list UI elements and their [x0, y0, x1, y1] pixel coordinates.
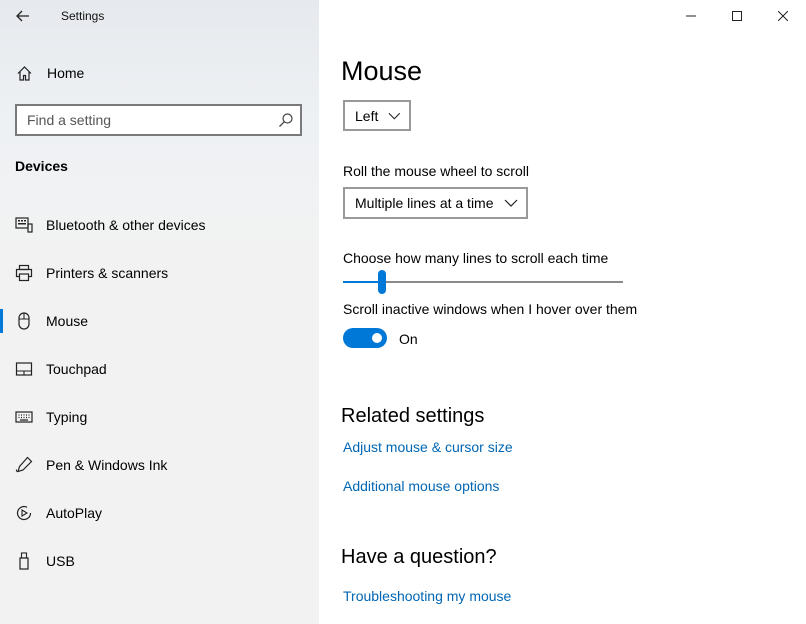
sidebar-item-printers[interactable]: Printers & scanners	[0, 253, 319, 293]
main-content: Mouse Left Roll the mouse wheel to scrol…	[319, 0, 806, 624]
related-settings-title: Related settings	[341, 405, 485, 427]
sidebar-item-bluetooth[interactable]: Bluetooth & other devices	[0, 205, 319, 245]
inactive-scroll-toggle[interactable]	[343, 328, 387, 348]
maximize-button[interactable]	[714, 0, 760, 32]
back-button[interactable]	[8, 2, 38, 30]
minimize-icon	[686, 15, 696, 17]
app-title: Settings	[61, 9, 105, 23]
touchpad-icon	[15, 362, 33, 376]
sidebar-item-label: Printers & scanners	[46, 265, 169, 281]
sidebar-item-label: Pen & Windows Ink	[46, 457, 168, 473]
sidebar-item-label: Mouse	[46, 313, 89, 329]
inactive-scroll-label: Scroll inactive windows when I hover ove…	[343, 301, 638, 317]
sidebar-item-label: USB	[46, 553, 75, 569]
toggle-state-text: On	[399, 331, 418, 347]
printer-icon	[15, 264, 33, 282]
sidebar-item-usb[interactable]: USB	[0, 541, 319, 581]
home-label: Home	[47, 65, 85, 81]
primary-button-dropdown[interactable]: Left	[343, 100, 411, 131]
keyboard-icon	[15, 411, 33, 423]
search-icon[interactable]	[278, 112, 294, 128]
sidebar-item-label: Bluetooth & other devices	[46, 217, 206, 233]
adjust-cursor-size-link[interactable]: Adjust mouse & cursor size	[343, 439, 513, 455]
bluetooth-devices-icon	[15, 217, 33, 233]
sidebar-item-touchpad[interactable]: Touchpad	[0, 349, 319, 389]
search-input[interactable]	[17, 106, 277, 134]
additional-mouse-options-link[interactable]: Additional mouse options	[343, 478, 499, 494]
search-box[interactable]	[15, 104, 302, 136]
sidebar-item-typing[interactable]: Typing	[0, 397, 319, 437]
sidebar-item-label: Typing	[46, 409, 88, 425]
close-button[interactable]	[760, 0, 806, 32]
section-title: Devices	[15, 158, 68, 174]
page-title: Mouse	[341, 56, 423, 86]
usb-icon	[19, 552, 29, 570]
autoplay-icon	[16, 506, 32, 521]
chevron-down-icon	[388, 112, 401, 119]
dropdown-value: Left	[355, 107, 379, 124]
sidebar-item-pen[interactable]: Pen & Windows Ink	[0, 445, 319, 485]
question-title: Have a question?	[341, 546, 497, 568]
slider-fill	[343, 281, 378, 283]
sidebar-item-label: AutoPlay	[46, 505, 103, 521]
mouse-icon	[18, 312, 30, 330]
scroll-mode-label: Roll the mouse wheel to scroll	[343, 163, 529, 179]
sidebar: Settings Home Devices Bluetooth & other …	[0, 0, 319, 624]
sidebar-item-autoplay[interactable]: AutoPlay	[0, 493, 319, 533]
pen-icon	[15, 456, 33, 473]
back-arrow-icon	[16, 10, 29, 22]
minimize-button[interactable]	[668, 0, 714, 32]
sidebar-item-mouse[interactable]: Mouse	[0, 301, 319, 341]
sidebar-item-label: Touchpad	[46, 361, 107, 377]
toggle-knob	[372, 333, 382, 343]
lines-slider-label: Choose how many lines to scroll each tim…	[343, 250, 609, 266]
slider-thumb[interactable]	[378, 270, 386, 294]
dropdown-value: Multiple lines at a time	[355, 195, 494, 211]
troubleshooting-link[interactable]: Troubleshooting my mouse	[343, 588, 511, 604]
sidebar-item-home[interactable]: Home	[0, 56, 319, 90]
scroll-mode-dropdown[interactable]: Multiple lines at a time	[343, 187, 528, 219]
chevron-down-icon	[504, 199, 517, 207]
selected-indicator	[0, 309, 3, 333]
home-icon	[17, 66, 32, 81]
close-icon	[778, 11, 788, 21]
maximize-icon	[732, 11, 742, 21]
lines-slider[interactable]	[343, 270, 623, 294]
